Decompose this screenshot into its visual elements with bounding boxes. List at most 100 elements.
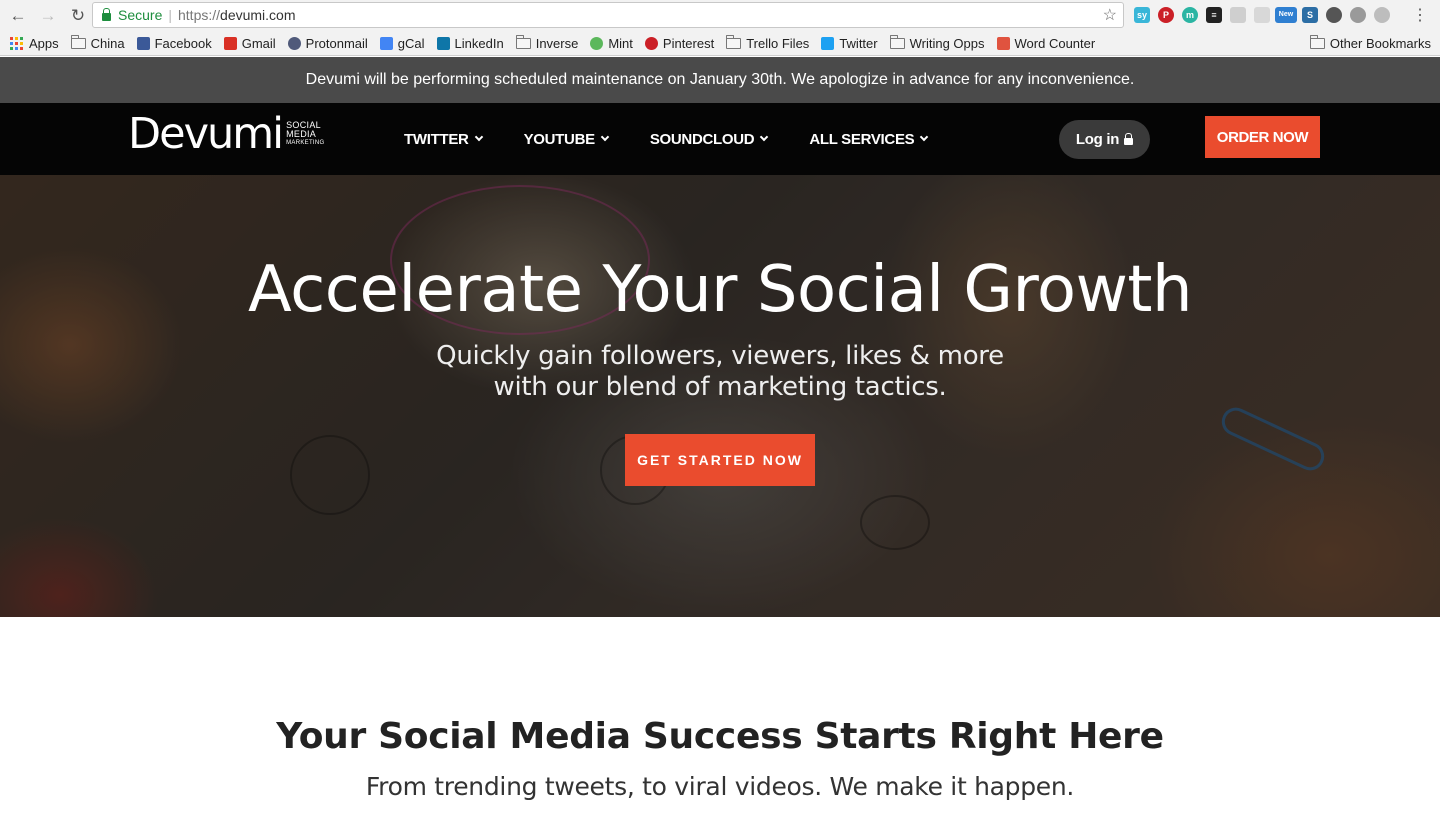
bookmark-gcal[interactable]: gCal [379, 35, 425, 51]
bookmark-gmail[interactable]: Gmail [223, 35, 276, 51]
order-now-button[interactable]: ORDER NOW [1205, 116, 1320, 158]
cloud-extension-icon[interactable] [1226, 4, 1250, 26]
secure-lock-icon [102, 8, 111, 21]
order-now-label: ORDER NOW [1216, 128, 1309, 146]
circle-extension-icon[interactable] [1346, 4, 1370, 26]
bookmark-protonmail[interactable]: Protonmail [287, 35, 368, 51]
folder-icon [1309, 35, 1325, 49]
bookmark-label: LinkedIn [454, 35, 504, 51]
hero-title: Accelerate Your Social Growth [247, 253, 1193, 327]
hero-subtitle: Quickly gain followers, viewers, likes &… [0, 341, 1440, 403]
reload-icon[interactable]: ↻ [66, 4, 90, 28]
bookmark-label: Gmail [241, 35, 276, 51]
bookmark-label: Facebook [154, 35, 212, 51]
other-bookmarks[interactable]: Other Bookmarks [1309, 35, 1431, 51]
bookmark-pinterest[interactable]: Pinterest [644, 35, 715, 51]
bookmark-china[interactable]: China [70, 34, 125, 51]
twitter-bird-icon [821, 36, 835, 50]
bookmark-label: Inverse [535, 35, 579, 51]
folder-icon [515, 34, 531, 49]
folder-icon [889, 34, 905, 49]
chevron-down-icon [760, 132, 769, 142]
logo-tagline-marketing: MARKETING [286, 140, 325, 146]
extension-glyph [1350, 7, 1366, 23]
bookmark-label: Trello Files [746, 35, 810, 51]
nav-soundcloud-label: SOUNDCLOUD [649, 130, 755, 148]
url-text[interactable]: https://devumi.com [178, 7, 296, 23]
bookmark-inverse[interactable]: Inverse [515, 34, 579, 51]
devumi-logo[interactable]: Devumi SOCIAL MEDIA MARKETING [128, 109, 324, 159]
bookmark-trello-files[interactable]: Trello Files [726, 34, 810, 51]
browser-toolbar: ← → ↻ Secure | https://devumi.com ☆ sy Pm… [0, 0, 1440, 31]
logo-tagline-media: MEDIA [286, 129, 317, 139]
bookmark-label: Twitter [839, 35, 878, 51]
nav-soundcloud[interactable]: SOUNDCLOUD [649, 130, 769, 148]
nav-youtube-label: YOUTUBE [523, 130, 596, 148]
forward-arrow-icon[interactable]: → [36, 4, 60, 28]
nav-youtube[interactable]: YOUTUBE [523, 130, 610, 148]
address-separator: | [168, 7, 172, 23]
bookmark-writing-opps[interactable]: Writing Opps [889, 34, 985, 51]
maintenance-notice: Devumi will be performing scheduled main… [0, 57, 1440, 103]
maintenance-notice-text: Devumi will be performing scheduled main… [305, 71, 1135, 88]
google-calendar-icon [379, 36, 393, 50]
browser-menu-icon[interactable]: ⋮ [1412, 5, 1428, 25]
hero-banner: Accelerate Your Social Growth Quickly ga… [0, 175, 1440, 617]
site-header: Devumi SOCIAL MEDIA MARKETING TWITTER YO… [0, 103, 1440, 175]
chevron-down-icon [600, 132, 610, 142]
bookmark-apps[interactable]: Apps [10, 36, 59, 51]
padlock-icon [1124, 133, 1134, 145]
buffer-extension-icon[interactable]: ≡ [1202, 4, 1226, 26]
extension-glyph [1326, 7, 1342, 23]
bookmark-star-icon[interactable]: ☆ [1103, 5, 1117, 25]
s-extension-icon[interactable]: S [1298, 4, 1322, 26]
nav-all-services-label: ALL SERVICES [809, 130, 915, 148]
logo-tagline: SOCIAL MEDIA MARKETING [286, 121, 324, 147]
bookmark-linkedin[interactable]: LinkedIn [436, 35, 504, 51]
extension-glyph [1374, 7, 1390, 23]
cast-extension-icon[interactable] [1250, 4, 1274, 26]
bookmark-label: Mint [608, 35, 633, 51]
bookmark-word-counter[interactable]: Word Counter [996, 35, 1096, 51]
login-button[interactable]: Log in [1059, 120, 1150, 159]
bookmarks-bar: Apps China Facebook Gmail Protonmail gCal Link… [0, 31, 1440, 56]
url-scheme: https:// [178, 7, 221, 23]
extension-glyph [1254, 7, 1270, 23]
chevron-down-icon [920, 132, 929, 142]
camera-extension-icon[interactable] [1322, 4, 1346, 26]
section-title: Your Social Media Success Starts Right H… [276, 716, 1164, 757]
main-nav: TWITTER YOUTUBE SOUNDCLOUD ALL SERVICES [404, 103, 969, 175]
bookmark-label: Apps [29, 35, 59, 51]
bookmark-label: gCal [397, 35, 425, 51]
mint-leaf-icon [590, 36, 604, 50]
get-started-button[interactable]: GET STARTED NOW [625, 434, 815, 486]
folder-icon [70, 34, 86, 49]
back-arrow-icon[interactable]: ← [6, 4, 30, 28]
m-extension-icon[interactable]: m [1178, 4, 1202, 26]
bookmark-facebook[interactable]: Facebook [136, 35, 212, 51]
word-counter-icon [996, 36, 1010, 50]
pinterest-icon [644, 36, 658, 50]
protonmail-icon [287, 36, 301, 50]
other-bookmarks-label: Other Bookmarks [1329, 36, 1431, 51]
new-extension-icon[interactable]: New [1274, 4, 1298, 26]
extension-glyph: New [1275, 7, 1297, 23]
bookmark-label: Pinterest [662, 35, 715, 51]
smile-extension-icon[interactable] [1370, 4, 1394, 26]
nav-twitter[interactable]: TWITTER [404, 130, 483, 148]
address-bar[interactable]: Secure | https://devumi.com ☆ [92, 2, 1124, 28]
bookmark-label: Protonmail [305, 35, 368, 51]
bookmark-twitter[interactable]: Twitter [821, 35, 878, 51]
pinterest-extension-icon[interactable]: P [1154, 4, 1178, 26]
bookmark-mint[interactable]: Mint [590, 36, 633, 51]
folder-icon [726, 34, 742, 49]
nav-twitter-label: TWITTER [404, 130, 469, 148]
extension-glyph: ≡ [1206, 7, 1222, 23]
hero-subtitle-line-1: Quickly gain followers, viewers, likes &… [436, 341, 1004, 371]
nav-all-services[interactable]: ALL SERVICES [809, 130, 929, 148]
bookmark-label: Word Counter [1014, 35, 1096, 51]
extension-glyph: sy [1134, 7, 1150, 23]
sy-extension-icon[interactable]: sy [1130, 4, 1154, 26]
linkedin-icon [436, 36, 450, 50]
bookmark-label: China [90, 35, 125, 51]
